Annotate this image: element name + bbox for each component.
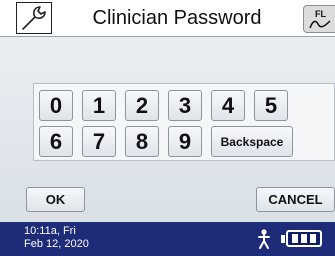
- main-panel: 0 1 2 3 4 5 6 7 8 9 Backspace OK CANCEL: [0, 37, 335, 223]
- battery-icon: [286, 230, 322, 247]
- flow-button[interactable]: FL: [303, 5, 335, 33]
- status-bar: 10:11a, Fri Feb 12, 2020: [0, 222, 335, 256]
- backspace-button[interactable]: Backspace: [211, 126, 293, 157]
- key-9[interactable]: 9: [168, 126, 202, 157]
- key-7[interactable]: 7: [82, 126, 116, 157]
- key-5[interactable]: 5: [254, 90, 288, 121]
- key-0[interactable]: 0: [39, 90, 73, 121]
- page-title: Clinician Password: [92, 7, 262, 29]
- person-icon: [258, 229, 270, 249]
- battery-cell: [292, 234, 298, 243]
- key-4[interactable]: 4: [211, 90, 245, 121]
- battery-tip: [281, 235, 285, 243]
- keypad: 0 1 2 3 4 5 6 7 8 9 Backspace: [33, 83, 335, 161]
- datetime: 10:11a, Fri Feb 12, 2020: [24, 225, 89, 251]
- wrench-icon[interactable]: [16, 2, 52, 34]
- key-3[interactable]: 3: [168, 90, 202, 121]
- header: Clinician Password FL: [0, 0, 335, 37]
- cancel-button[interactable]: CANCEL: [256, 187, 335, 212]
- battery-cell: [310, 234, 316, 243]
- date-text: Feb 12, 2020: [24, 238, 89, 250]
- key-8[interactable]: 8: [125, 126, 159, 157]
- key-2[interactable]: 2: [125, 90, 159, 121]
- flow-wave-icon: [309, 20, 331, 29]
- battery-cell: [301, 234, 307, 243]
- key-6[interactable]: 6: [39, 126, 73, 157]
- key-1[interactable]: 1: [82, 90, 116, 121]
- wrench-glyph: [22, 6, 46, 30]
- ok-button[interactable]: OK: [26, 187, 85, 212]
- time-text: 10:11a, Fri: [24, 225, 76, 237]
